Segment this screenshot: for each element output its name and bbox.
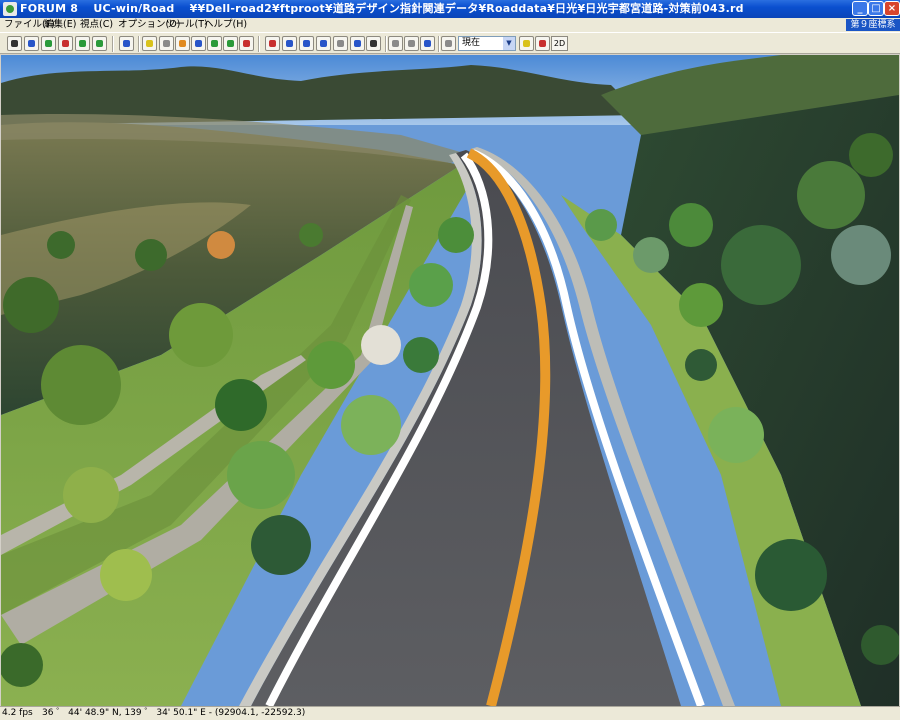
- menu-view[interactable]: 視点(C): [80, 18, 113, 32]
- menu-tools[interactable]: ツール(T): [166, 18, 208, 32]
- plant-icon[interactable]: [223, 36, 238, 51]
- bridge-icon[interactable]: [159, 36, 174, 51]
- road-edit-icon[interactable]: [7, 36, 22, 51]
- chevron-down-icon[interactable]: ▼: [503, 37, 515, 50]
- tree-icon[interactable]: [92, 36, 107, 51]
- move-icon[interactable]: [299, 36, 314, 51]
- maximize-button[interactable]: □: [868, 1, 884, 16]
- toolbar-separator: [258, 36, 260, 52]
- toolbar: 現在 ▼ 2D: [0, 32, 900, 54]
- flag-icon[interactable]: [535, 36, 550, 51]
- toolbar-separator: [138, 36, 140, 52]
- anchor-icon[interactable]: [282, 36, 297, 51]
- menu-bar: ファイル(F) 編集(E) 視点(C) オプション(O) ツール(T) ヘルプ(…: [0, 18, 900, 32]
- app-window: FORUM 8 UC-win/Road ¥¥Dell-road2¥ftproot…: [0, 0, 900, 720]
- pause-icon[interactable]: [388, 36, 403, 51]
- scenario-icon[interactable]: [239, 36, 254, 51]
- road-view-icon[interactable]: [24, 36, 39, 51]
- window-title: FORUM 8 UC-win/Road ¥¥Dell-road2¥ftproot…: [20, 2, 744, 15]
- toolbar-separator: [438, 36, 440, 52]
- person-icon[interactable]: [58, 36, 73, 51]
- plane-icon[interactable]: [316, 36, 331, 51]
- traffic-light-icon[interactable]: [519, 36, 534, 51]
- close-button[interactable]: ×: [884, 1, 900, 16]
- coordinate-readout: 36 ゜ 44' 48.9" N, 139 ゜ 34' 50.1" E - (9…: [42, 708, 306, 718]
- title-bar[interactable]: FORUM 8 UC-win/Road ¥¥Dell-road2¥ftproot…: [0, 0, 900, 18]
- 3d-viewport[interactable]: [1, 55, 899, 706]
- app-icon[interactable]: [3, 2, 17, 16]
- cross-icon[interactable]: [333, 36, 348, 51]
- toolbar-separator: [112, 36, 114, 52]
- road-scene[interactable]: [1, 55, 899, 706]
- viewpoint-select-value: 現在: [462, 38, 481, 48]
- sign-icon[interactable]: [142, 36, 157, 51]
- coordinate-system-badge: 第９座標系: [846, 19, 900, 31]
- page-icon[interactable]: [119, 36, 134, 51]
- stop-icon[interactable]: [404, 36, 419, 51]
- navigate-icon[interactable]: [350, 36, 365, 51]
- menu-edit[interactable]: 編集(E): [44, 18, 76, 32]
- car-icon[interactable]: [191, 36, 206, 51]
- walker-icon[interactable]: [75, 36, 90, 51]
- model-icon[interactable]: [175, 36, 190, 51]
- toolbar-separator: [385, 36, 387, 52]
- menu-help[interactable]: ヘルプ(H): [204, 18, 247, 32]
- viewpoint-select[interactable]: 現在 ▼: [458, 36, 516, 51]
- minimize-button[interactable]: _: [852, 1, 868, 16]
- vehicle-icon[interactable]: [420, 36, 435, 51]
- flow-icon[interactable]: [207, 36, 222, 51]
- rotate-icon[interactable]: [265, 36, 280, 51]
- driver-icon[interactable]: [366, 36, 381, 51]
- camera-icon[interactable]: [441, 36, 456, 51]
- fps-readout: 4.2 fps: [2, 708, 33, 718]
- status-bar: 4.2 fps 36 ゜ 44' 48.9" N, 139 ゜ 34' 50.1…: [0, 706, 900, 720]
- terrain-icon[interactable]: [41, 36, 56, 51]
- toggle-2d-button[interactable]: 2D: [551, 36, 568, 51]
